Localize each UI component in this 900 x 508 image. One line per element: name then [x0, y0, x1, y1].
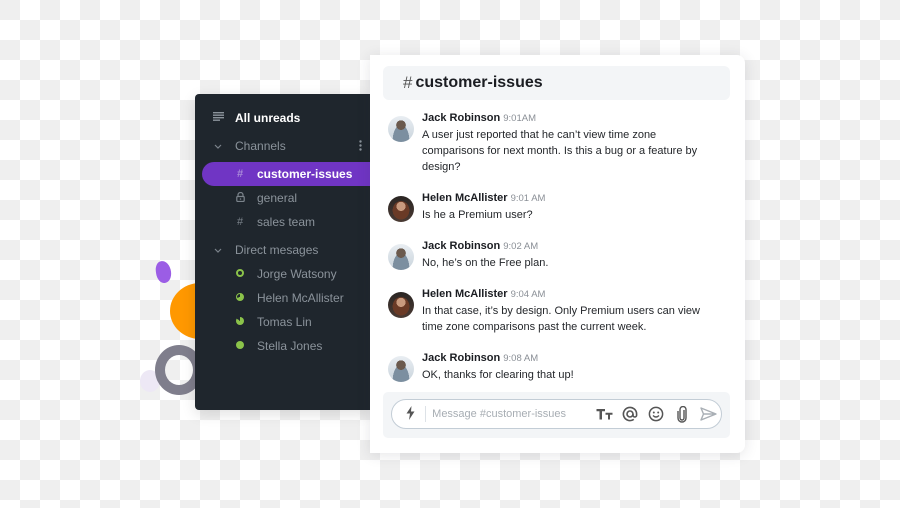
chevron-down-icon	[211, 245, 225, 256]
hash-icon: #	[236, 216, 244, 228]
message-composer	[391, 399, 722, 429]
channel-label: general	[257, 191, 298, 205]
attachment-icon[interactable]	[669, 405, 695, 423]
sidebar: All unreads Channels # customer-issues g…	[195, 94, 370, 410]
message: Jack Robinson 9:01AM A user just reported…	[388, 110, 728, 175]
chevron-down-icon	[211, 141, 225, 152]
message: Jack Robinson 9:08 AM OK, thanks for clea…	[388, 350, 728, 383]
dm-label: Helen McAllister	[257, 291, 344, 305]
avatar-helen-mcallister[interactable]	[388, 196, 414, 222]
message-author[interactable]: Jack Robinson	[422, 112, 500, 124]
list-icon	[211, 112, 225, 124]
dm-label: Tomas Lin	[257, 315, 312, 329]
sidebar-dm-helen-mcallister[interactable]: Helen McAllister	[195, 286, 370, 310]
message-text: Is he a Premium user?	[422, 209, 533, 221]
chat-panel: # customer-issues Jack Robinson 9:01AM A …	[370, 55, 745, 453]
sidebar-dm-tomas-lin[interactable]: Tomas Lin	[195, 310, 370, 334]
direct-messages-section-label: Direct mesages	[235, 243, 319, 257]
channel-title: customer-issues	[415, 74, 543, 91]
hash-icon: #	[403, 73, 413, 92]
sidebar-channel-sales-team[interactable]: # sales team	[195, 210, 370, 234]
presence-online-icon	[233, 340, 247, 352]
message-time: 9:01 AM	[510, 193, 546, 204]
message-author[interactable]: Jack Robinson	[422, 240, 500, 252]
more-vertical-icon[interactable]	[359, 139, 362, 153]
message: Helen McAllister 9:04 AM In that case, it…	[388, 286, 728, 335]
composer-divider	[425, 406, 427, 422]
composer-area	[383, 392, 730, 438]
message-author[interactable]: Helen McAllister	[422, 192, 508, 204]
message-text: In that case, it’s by design. Only Premi…	[422, 305, 700, 333]
presence-partial-icon	[233, 292, 247, 304]
message-input[interactable]	[432, 408, 592, 420]
direct-messages-section-header[interactable]: Direct mesages	[195, 238, 370, 262]
message-time: 9:02 AM	[503, 241, 539, 252]
channel-header: # customer-issues	[383, 66, 730, 100]
message-text: No, he’s on the Free plan.	[422, 257, 549, 269]
sidebar-item-all-unreads[interactable]: All unreads	[195, 106, 370, 130]
mention-icon[interactable]	[617, 406, 643, 422]
bolt-icon[interactable]	[400, 405, 421, 423]
sidebar-channel-general[interactable]: general	[195, 186, 370, 210]
sidebar-channel-customer-issues[interactable]: # customer-issues	[202, 162, 370, 186]
message-time: 9:08 AM	[503, 353, 539, 364]
all-unreads-label: All unreads	[235, 111, 301, 125]
channels-section-label: Channels	[235, 139, 286, 153]
sidebar-dm-jorge-watsony[interactable]: Jorge Watsony	[195, 262, 370, 286]
message-author[interactable]: Jack Robinson	[422, 352, 500, 364]
message-time: 9:01AM	[503, 113, 536, 124]
dm-label: Jorge Watsony	[257, 267, 337, 281]
avatar-jack-robinson[interactable]	[388, 356, 414, 382]
avatar-jack-robinson[interactable]	[388, 116, 414, 142]
text-format-icon[interactable]	[591, 408, 617, 420]
message-time: 9:04 AM	[510, 289, 546, 300]
message: Helen McAllister 9:01 AM Is he a Premium …	[388, 190, 728, 223]
presence-mostly-icon	[233, 316, 247, 328]
presence-ring-icon	[233, 268, 247, 280]
sidebar-dm-stella-jones[interactable]: Stella Jones	[195, 334, 370, 358]
channel-label: sales team	[257, 215, 316, 229]
dm-label: Stella Jones	[257, 339, 323, 353]
message: Jack Robinson 9:02 AM No, he’s on the Fre…	[388, 238, 728, 271]
hash-icon: #	[236, 168, 244, 180]
avatar-jack-robinson[interactable]	[388, 244, 414, 270]
send-icon[interactable]	[695, 407, 721, 421]
lock-icon	[233, 191, 247, 205]
message-author[interactable]: Helen McAllister	[422, 288, 508, 300]
message-text: OK, thanks for clearing that up!	[422, 369, 574, 381]
message-text: A user just reported that he can’t view …	[422, 129, 698, 173]
emoji-icon[interactable]	[643, 406, 669, 422]
avatar-helen-mcallister[interactable]	[388, 292, 414, 318]
channel-label: customer-issues	[257, 167, 353, 181]
channels-section-header[interactable]: Channels	[195, 134, 370, 158]
